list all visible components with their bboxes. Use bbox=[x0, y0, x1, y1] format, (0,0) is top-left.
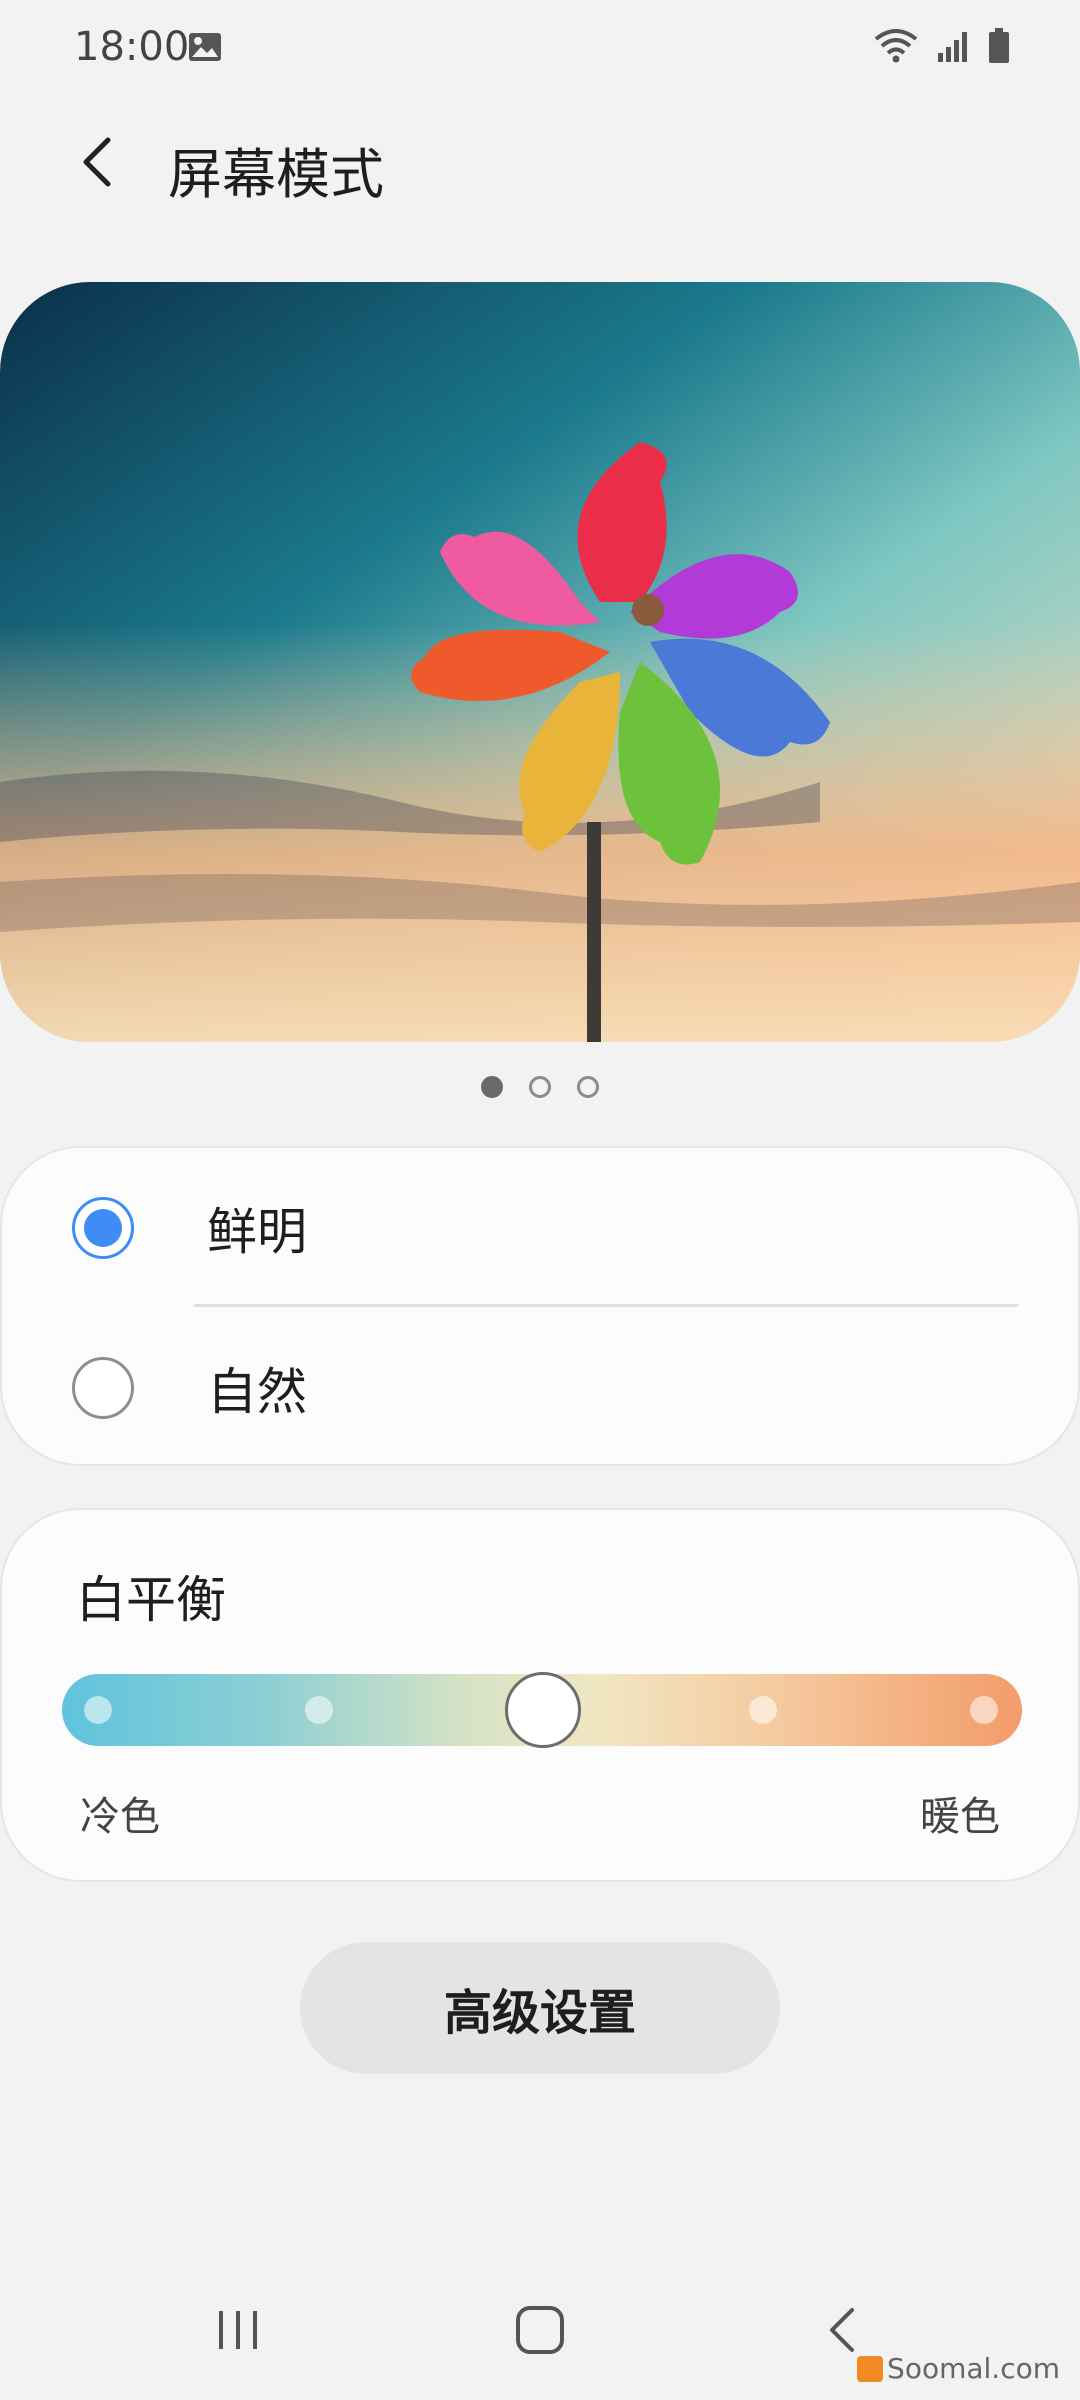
slider-stop bbox=[305, 1696, 333, 1724]
page-title: 屏幕模式 bbox=[168, 143, 384, 206]
battery-icon bbox=[988, 28, 1010, 68]
status-time: 18:00 bbox=[74, 24, 190, 70]
white-balance-slider[interactable] bbox=[62, 1672, 1022, 1748]
warm-label: 暖色 bbox=[920, 1794, 1000, 1840]
option-natural[interactable]: 自然 bbox=[2, 1308, 1080, 1466]
status-bar: 18:00 bbox=[0, 0, 1080, 100]
gallery-icon bbox=[188, 32, 222, 62]
pager-dot[interactable] bbox=[481, 1076, 503, 1098]
status-right-icons bbox=[874, 28, 1010, 68]
app-bar: 屏幕模式 bbox=[0, 100, 1080, 230]
home-button[interactable] bbox=[480, 2270, 600, 2390]
advanced-settings-button[interactable]: 高级设置 bbox=[300, 1942, 780, 2074]
cool-label: 冷色 bbox=[80, 1794, 160, 1840]
watermark: Soomal.com bbox=[857, 2352, 1060, 2385]
back-arrow-icon bbox=[83, 137, 111, 187]
slider-thumb[interactable] bbox=[505, 1672, 581, 1748]
radio-button[interactable] bbox=[72, 1357, 134, 1419]
option-label: 鲜明 bbox=[207, 1203, 307, 1261]
radio-button-selected[interactable] bbox=[72, 1197, 134, 1259]
back-icon bbox=[830, 2308, 854, 2352]
signal-icon bbox=[936, 29, 970, 67]
option-vivid[interactable]: 鲜明 bbox=[2, 1148, 1080, 1306]
wifi-icon bbox=[874, 29, 918, 67]
white-balance-card: 白平衡 冷色 暖色 bbox=[0, 1508, 1080, 1882]
home-icon bbox=[516, 2306, 564, 2354]
back-button[interactable] bbox=[58, 124, 134, 200]
slider-stop bbox=[749, 1696, 777, 1724]
screen-mode-card: 鲜明 自然 bbox=[0, 1146, 1080, 1466]
recents-button[interactable] bbox=[178, 2270, 298, 2390]
recents-icon bbox=[219, 2311, 257, 2349]
option-label: 自然 bbox=[207, 1363, 307, 1421]
divider bbox=[194, 1304, 1018, 1307]
preview-pager bbox=[0, 1076, 1080, 1104]
watermark-text: Soomal.com bbox=[887, 2352, 1060, 2385]
soomal-logo-icon bbox=[857, 2355, 884, 2382]
slider-stop bbox=[84, 1696, 112, 1724]
pager-dot[interactable] bbox=[529, 1076, 551, 1098]
slider-stop bbox=[970, 1696, 998, 1724]
preview-image[interactable] bbox=[0, 282, 1080, 1042]
pager-dot[interactable] bbox=[577, 1076, 599, 1098]
white-balance-title: 白平衡 bbox=[76, 1571, 226, 1629]
